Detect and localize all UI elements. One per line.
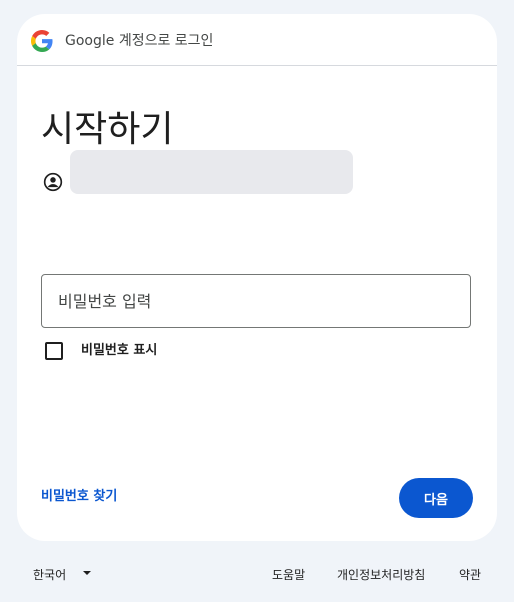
show-password-checkbox[interactable] bbox=[45, 342, 63, 360]
sign-in-card: Google 계정으로 로그인 시작하기 비밀번호 표시 비밀번호 찾기 다음 bbox=[17, 14, 497, 541]
next-button[interactable]: 다음 bbox=[399, 478, 473, 518]
language-label: 한국어 bbox=[33, 568, 67, 582]
caret-down-icon bbox=[83, 571, 91, 575]
footer-link-privacy[interactable]: 개인정보처리방침 bbox=[337, 566, 425, 583]
forgot-password-link[interactable]: 비밀번호 찾기 bbox=[41, 488, 117, 506]
header-title: Google 계정으로 로그인 bbox=[65, 33, 214, 49]
show-password-label: 비밀번호 표시 bbox=[81, 343, 158, 358]
footer-link-help[interactable]: 도움말 bbox=[272, 566, 305, 583]
google-g-icon bbox=[31, 30, 53, 52]
password-input[interactable] bbox=[41, 274, 471, 328]
card-header: Google 계정으로 로그인 bbox=[17, 14, 497, 66]
footer-link-terms[interactable]: 약관 bbox=[459, 566, 481, 583]
footer: 한국어 도움말 개인정보처리방침 약관 bbox=[0, 560, 514, 588]
account-circle-icon bbox=[43, 172, 63, 192]
account-email bbox=[70, 150, 353, 194]
language-select[interactable]: 한국어 bbox=[33, 566, 91, 583]
page-title: 시작하기 bbox=[41, 109, 174, 150]
